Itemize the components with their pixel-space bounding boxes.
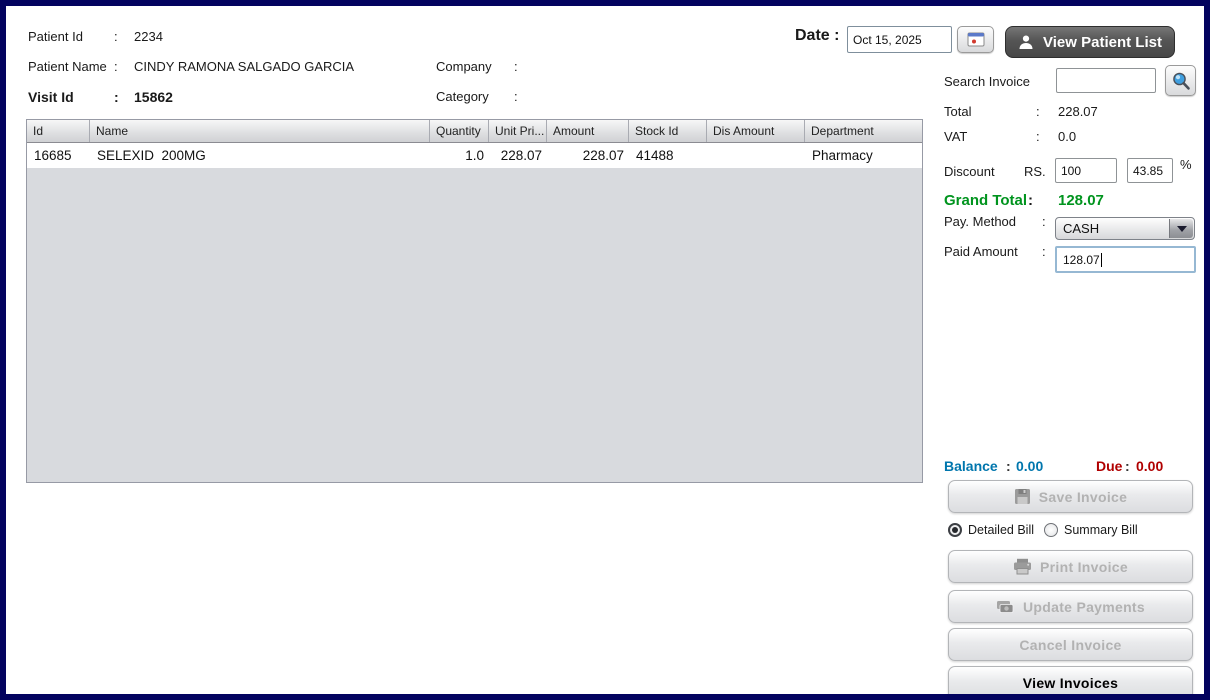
cell-amount: 228.07 <box>547 143 629 168</box>
colon: : <box>1036 104 1040 119</box>
colon: : <box>1042 214 1046 229</box>
detailed-bill-label: Detailed Bill <box>968 523 1034 537</box>
col-header-name[interactable]: Name <box>90 120 430 142</box>
colon: : <box>514 59 518 74</box>
colon: : <box>1125 458 1130 474</box>
col-header-quantity[interactable]: Quantity <box>430 120 489 142</box>
save-invoice-label: Save Invoice <box>1039 489 1127 505</box>
due-label: Due <box>1096 458 1122 474</box>
colon: : <box>114 29 118 44</box>
patient-id-label: Patient Id <box>28 29 83 44</box>
print-invoice-label: Print Invoice <box>1040 559 1128 575</box>
vat-label: VAT <box>944 129 967 144</box>
paid-amount-value: 128.07 <box>1063 253 1100 267</box>
cell-name: SELEXID 200MG <box>90 143 430 168</box>
col-header-department[interactable]: Department <box>805 120 923 142</box>
pharmacy-billing-window: Patient Id : 2234 Patient Name : CINDY R… <box>0 0 1210 700</box>
total-label: Total <box>944 104 971 119</box>
total-value: 228.07 <box>1058 104 1098 119</box>
cell-unit-price: 228.07 <box>489 143 547 168</box>
view-patient-list-label: View Patient List <box>1043 34 1162 51</box>
colon: : <box>114 89 119 105</box>
calendar-icon <box>967 32 985 47</box>
table-header-row: Id Name Quantity Unit Pri... Amount Stoc… <box>27 120 922 143</box>
col-header-dis-amount[interactable]: Dis Amount <box>707 120 805 142</box>
text-cursor <box>1101 253 1102 267</box>
printer-icon <box>1013 558 1032 575</box>
view-patient-list-button[interactable]: View Patient List <box>1005 26 1175 58</box>
person-icon <box>1018 34 1034 50</box>
discount-currency-label: RS. <box>1024 164 1046 179</box>
view-invoices-label: View Invoices <box>1023 675 1118 691</box>
company-label: Company <box>436 59 492 74</box>
detailed-bill-radio[interactable] <box>948 523 962 537</box>
search-icon <box>1171 71 1191 91</box>
search-invoice-input[interactable] <box>1056 68 1156 93</box>
visit-id-value: 15862 <box>134 89 173 105</box>
cell-quantity: 1.0 <box>430 143 489 168</box>
col-header-stock-id[interactable]: Stock Id <box>629 120 707 142</box>
paid-amount-input[interactable]: 128.07 <box>1055 246 1196 273</box>
cancel-invoice-label: Cancel Invoice <box>1019 637 1121 653</box>
pay-method-selected-value: CASH <box>1063 221 1099 236</box>
visit-id-label: Visit Id <box>28 89 74 105</box>
discount-percent-input[interactable] <box>1127 158 1173 183</box>
colon: : <box>1028 192 1033 209</box>
balance-label: Balance <box>944 458 998 474</box>
summary-bill-radio[interactable] <box>1044 523 1058 537</box>
update-payments-label: Update Payments <box>1023 599 1145 615</box>
cell-id: 16685 <box>27 143 90 168</box>
colon: : <box>1036 129 1040 144</box>
grand-total-value: 128.07 <box>1058 192 1104 209</box>
balance-value: 0.00 <box>1016 458 1043 474</box>
cell-stock-id: 41488 <box>629 143 707 168</box>
save-icon <box>1014 488 1031 505</box>
table-row[interactable]: 16685 SELEXID 200MG 1.0 228.07 228.07 41… <box>27 143 922 168</box>
update-payments-button[interactable]: Update Payments <box>948 590 1193 623</box>
percent-sign: % <box>1180 157 1192 172</box>
discount-label: Discount <box>944 164 995 179</box>
paid-amount-label: Paid Amount <box>944 244 1018 259</box>
cell-dis-amount <box>707 143 805 168</box>
vat-value: 0.0 <box>1058 129 1076 144</box>
cancel-invoice-button[interactable]: Cancel Invoice <box>948 628 1193 661</box>
colon: : <box>1042 244 1046 259</box>
colon: : <box>1006 458 1011 474</box>
date-input[interactable] <box>847 26 952 53</box>
due-value: 0.00 <box>1136 458 1163 474</box>
colon: : <box>514 89 518 104</box>
discount-amount-input[interactable] <box>1055 158 1117 183</box>
pay-method-label: Pay. Method <box>944 214 1016 229</box>
invoice-items-table: Id Name Quantity Unit Pri... Amount Stoc… <box>26 119 923 483</box>
money-icon <box>996 600 1015 614</box>
search-invoice-label: Search Invoice <box>944 74 1030 89</box>
patient-name-value: CINDY RAMONA SALGADO GARCIA <box>134 59 354 74</box>
col-header-unit-price[interactable]: Unit Pri... <box>489 120 547 142</box>
search-invoice-button[interactable] <box>1165 65 1196 96</box>
print-invoice-button[interactable]: Print Invoice <box>948 550 1193 583</box>
patient-name-label: Patient Name <box>28 59 107 74</box>
view-invoices-button[interactable]: View Invoices <box>948 666 1193 700</box>
pay-method-select[interactable]: CASH <box>1055 217 1195 240</box>
col-header-amount[interactable]: Amount <box>547 120 629 142</box>
date-label: Date : <box>795 27 839 45</box>
summary-bill-label: Summary Bill <box>1064 523 1138 537</box>
cell-department: Pharmacy <box>805 143 923 168</box>
col-header-id[interactable]: Id <box>27 120 90 142</box>
save-invoice-button[interactable]: Save Invoice <box>948 480 1193 513</box>
colon: : <box>114 59 118 74</box>
bill-type-radio-group: Detailed Bill Summary Bill <box>948 523 1138 537</box>
chevron-down-icon <box>1169 219 1193 238</box>
calendar-button[interactable] <box>957 26 994 53</box>
grand-total-label: Grand Total <box>944 192 1027 209</box>
patient-id-value: 2234 <box>134 29 163 44</box>
category-label: Category <box>436 89 489 104</box>
